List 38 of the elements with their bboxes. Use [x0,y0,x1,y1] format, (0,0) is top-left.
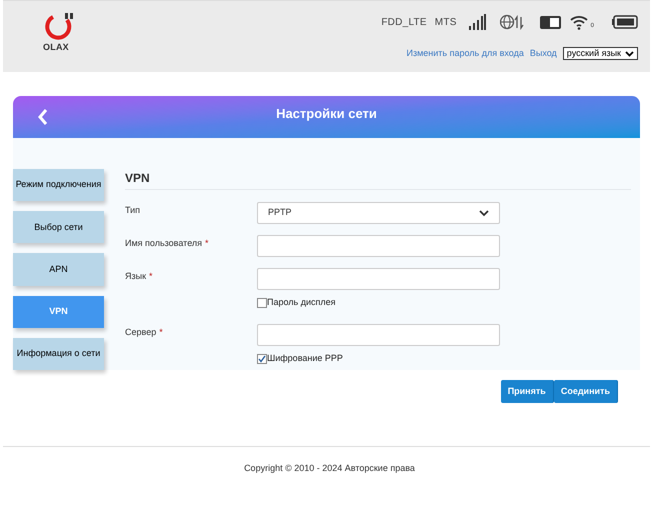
input-field[interactable] [257,235,500,257]
header-link[interactable]: Изменить пароль для входа [406,47,524,60]
required-mark: * [159,326,163,339]
globe-icon [500,14,525,30]
operator-name: MTS [434,16,457,30]
sim-card-icon [538,14,562,30]
field-label: Язык [125,270,146,283]
type-select[interactable]: PPTP [257,202,500,224]
required-mark: * [149,270,153,283]
sidebar-item[interactable]: APN [13,253,104,286]
action-button[interactable]: Принять [500,380,554,403]
checkbox[interactable] [257,298,267,308]
input-field[interactable] [257,268,500,290]
back-icon [37,108,49,126]
chevron-down-icon [625,50,634,57]
field-label: Сервер [125,326,156,339]
field-label: Тип [125,204,140,217]
network-type: FDD_LTE [381,16,427,30]
checkbox-label: Пароль дисплея [267,296,336,310]
field-label: Имя пользователя [125,237,202,250]
sidebar-item[interactable]: Режим подключения [13,169,104,202]
copyright-text: Copyright © 2010 - 2024 Авторские права [243,462,416,475]
signal-icon [468,14,486,30]
logo-text: OLAX [43,41,69,54]
action-button[interactable]: Соединить [554,380,618,403]
header-link[interactable]: Выход [530,47,557,60]
sidebar-item[interactable]: Информация о сети [13,338,104,370]
checkbox-label: Шифрование PPP [267,352,343,366]
checkmark-icon [258,355,266,363]
required-mark: * [205,237,209,250]
sidebar-item[interactable]: Выбор сети [13,211,104,244]
page-title: Настройки сети [276,105,377,123]
chevron-down-icon [479,210,489,216]
language-select[interactable]: русский язык [562,47,638,60]
input-field[interactable] [257,324,500,346]
checkbox[interactable] [257,354,267,364]
section-title: VPN [125,169,631,190]
battery-icon [612,15,638,29]
